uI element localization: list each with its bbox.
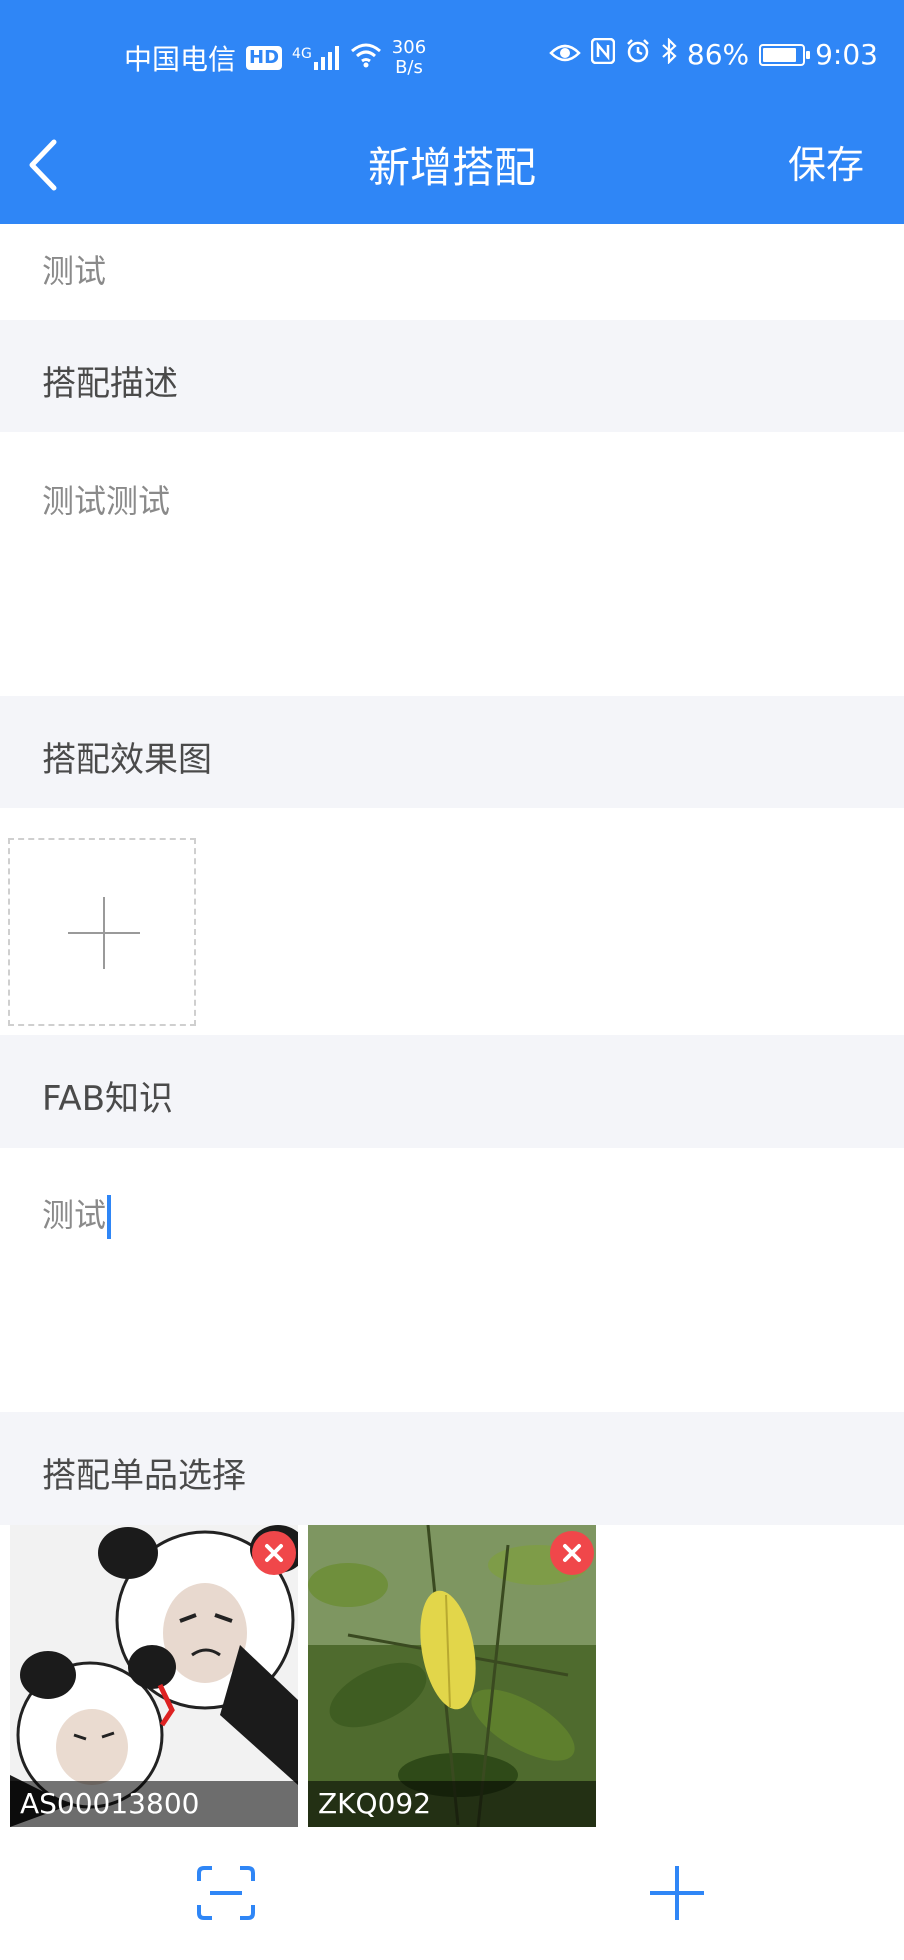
selected-item-card[interactable]: ZKQ092 <box>308 1525 596 1827</box>
signal-icon: 4G <box>292 46 340 70</box>
network-type: 4G <box>292 46 312 62</box>
nfc-icon <box>590 37 616 71</box>
status-right: 86% 9:03 <box>549 37 878 71</box>
remove-item-button[interactable] <box>550 1531 594 1575</box>
app-header: 中国电信 HD 4G 306 B/s 86% 9:03 新增搭配 保存 <box>0 0 904 224</box>
add-item-button[interactable] <box>648 1864 706 1922</box>
net-speed-value: 306 <box>391 37 427 58</box>
remove-item-button[interactable] <box>252 1531 296 1575</box>
net-speed: 306 B/s <box>392 38 426 78</box>
battery-icon <box>759 43 811 66</box>
plus-icon <box>650 1866 704 1920</box>
save-button[interactable]: 保存 <box>788 134 864 189</box>
name-field[interactable]: 测试 <box>0 224 904 320</box>
plus-icon-vertical <box>103 897 105 969</box>
close-icon <box>265 1544 283 1562</box>
page-title: 新增搭配 <box>367 143 536 192</box>
net-speed-unit: B/s <box>395 57 423 78</box>
description-label: 搭配描述 <box>42 364 178 404</box>
close-icon <box>563 1544 581 1562</box>
description-section-header: 搭配描述 <box>0 320 904 432</box>
name-field-value: 测试 <box>42 252 107 290</box>
alarm-icon <box>625 38 651 71</box>
items-label: 搭配单品选择 <box>42 1456 246 1496</box>
upload-image-button[interactable] <box>8 838 196 1026</box>
description-field[interactable]: 测试测试 <box>0 432 904 696</box>
items-section-header: 搭配单品选择 <box>0 1412 904 1525</box>
effect-image-section-header: 搭配效果图 <box>0 696 904 808</box>
fab-field-value: 测试 <box>42 1196 107 1234</box>
carrier-name: 中国电信 <box>124 43 237 76</box>
fab-field-value-wrap: 测试 <box>42 1190 112 1239</box>
effect-image-label: 搭配效果图 <box>42 740 212 780</box>
fab-section-header: FAB知识 <box>0 1035 904 1148</box>
hd-badge: HD <box>246 46 283 70</box>
selected-item-card[interactable]: AS00013800 <box>10 1525 298 1827</box>
description-field-value: 测试测试 <box>42 482 171 520</box>
item-code: AS00013800 <box>10 1781 298 1827</box>
scan-icon <box>197 1866 255 1920</box>
nav-bar: 新增搭配 保存 <box>0 110 904 224</box>
clock: 9:03 <box>815 38 878 71</box>
battery-level <box>763 47 796 62</box>
text-cursor <box>107 1195 112 1239</box>
status-bar: 中国电信 HD 4G 306 B/s 86% 9:03 <box>0 0 904 110</box>
battery-percent: 86% <box>686 38 750 71</box>
bluetooth-icon <box>661 37 677 71</box>
item-code: ZKQ092 <box>308 1781 596 1827</box>
status-left: 中国电信 HD 4G 306 B/s <box>124 38 426 78</box>
fab-label: FAB知识 <box>42 1079 174 1119</box>
wifi-icon <box>350 42 382 75</box>
eye-icon <box>549 38 581 71</box>
scan-button[interactable] <box>196 1865 256 1921</box>
fab-field[interactable]: 测试 <box>0 1148 904 1412</box>
